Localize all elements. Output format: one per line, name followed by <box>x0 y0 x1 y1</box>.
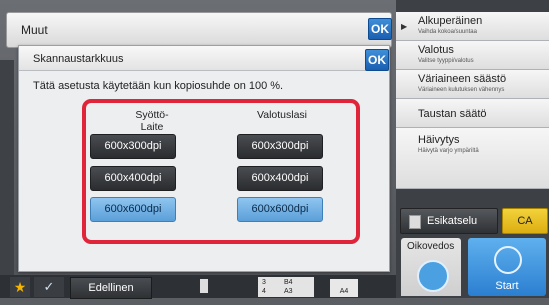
proof-copy-label: Oikovedos <box>407 241 455 252</box>
glass-600x300-button[interactable]: 600x300dpi <box>237 134 323 159</box>
paper-icon <box>200 279 208 293</box>
tray-number: 3 <box>262 279 266 286</box>
function-subtitle: Valitse tyyppi/valotus <box>418 58 474 64</box>
background-side-strip <box>0 60 14 275</box>
function-subtitle: Väriaineen kulutuksen vähennys <box>418 87 505 93</box>
column-heading-feeder: Syöttö- Laite <box>107 109 197 133</box>
start-diamond-icon <box>494 246 522 274</box>
function-background-adjust[interactable]: Taustan säätö <box>396 99 549 128</box>
preview-icon <box>409 215 421 229</box>
function-title: Taustan säätö <box>418 108 487 120</box>
feeder-600x400-button[interactable]: 600x400dpi <box>90 166 176 191</box>
proof-diamond-icon <box>417 260 449 292</box>
function-exposure[interactable]: Valotus Valitse tyyppi/valotus <box>396 41 549 70</box>
feeder-600x300-button[interactable]: 600x300dpi <box>90 134 176 159</box>
glass-600x600-button[interactable]: 600x600dpi <box>237 197 323 222</box>
column-heading-glass: Valotuslasi <box>257 109 307 121</box>
play-arrow-icon: ▶ <box>401 22 408 31</box>
clear-all-button[interactable]: CA <box>502 208 548 234</box>
function-subtitle: Vaihda kokoa/suuntaa <box>418 29 477 35</box>
previous-button[interactable]: Edellinen <box>70 277 152 299</box>
feeder-heading-line2: Laite <box>140 121 164 133</box>
glass-600x400-button[interactable]: 600x400dpi <box>237 166 323 191</box>
function-title: Valotus <box>418 44 454 56</box>
check-icon[interactable]: ✓ <box>34 277 64 297</box>
tray-size: B4 <box>284 279 293 286</box>
dialog-title: Skannaustarkkuus <box>33 53 124 65</box>
dialog-titlebar: Skannaustarkkuus OK <box>19 46 389 71</box>
bottom-bar: ★ ✓ Edellinen 3 B4 4 A3 A4 <box>0 275 396 299</box>
feeder-600x600-button[interactable]: 600x600dpi <box>90 197 176 222</box>
function-suppress-shadow[interactable]: Häivytys Häivytä varjo ympäriltä <box>396 128 549 189</box>
favorite-star-icon[interactable]: ★ <box>10 277 30 297</box>
function-toner-save[interactable]: Väriaineen säästö Väriaineen kulutuksen … <box>396 70 549 99</box>
dialog-note: Tätä asetusta käytetään kun kopiosuhde o… <box>33 80 284 92</box>
scan-resolution-dialog: Skannaustarkkuus OK Tätä asetusta käytet… <box>18 45 390 272</box>
function-title: Väriaineen säästö <box>418 73 507 85</box>
start-button[interactable]: Start <box>468 238 546 296</box>
header-title: Muut <box>21 23 48 37</box>
preview-button[interactable]: Esikatselu <box>400 208 498 234</box>
function-title: Alkuperäinen <box>418 15 483 27</box>
function-title: Häivytys <box>418 134 460 146</box>
tray-number: 4 <box>262 288 266 295</box>
paper-trays: 3 B4 4 A3 <box>258 277 314 297</box>
dialog-ok-button[interactable]: OK <box>365 49 389 71</box>
tray-size: A3 <box>284 288 293 295</box>
proof-copy-button[interactable]: Oikovedos <box>401 238 461 296</box>
paper-size-indicator: A4 <box>330 279 358 297</box>
settings-header: Muut <box>6 12 392 48</box>
feeder-heading-line1: Syöttö- <box>135 109 169 121</box>
function-subtitle: Häivytä varjo ympäriltä <box>418 148 479 154</box>
start-label: Start <box>495 280 519 292</box>
preview-label: Esikatselu <box>427 215 478 227</box>
function-original[interactable]: ▶ Alkuperäinen Vaihda kokoa/suuntaa <box>396 12 549 41</box>
header-ok-button[interactable]: OK <box>368 18 392 40</box>
